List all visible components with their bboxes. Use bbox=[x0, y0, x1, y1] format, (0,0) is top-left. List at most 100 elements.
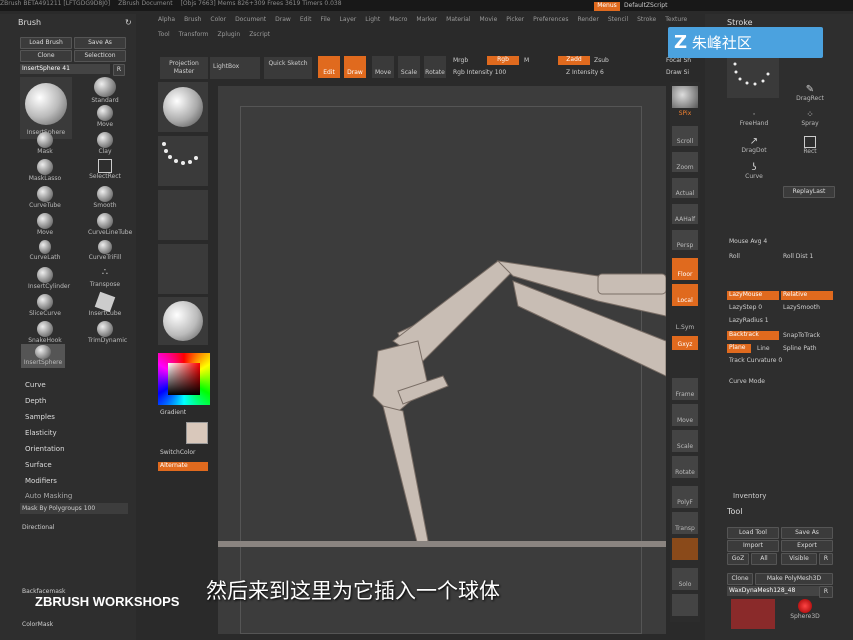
brush-insertcylinder[interactable]: InsertCylinder bbox=[28, 267, 70, 290]
inventory-section[interactable]: Inventory bbox=[733, 492, 766, 500]
gradient-toggle[interactable]: Gradient bbox=[160, 409, 186, 416]
menu-alpha[interactable]: Alpha bbox=[158, 16, 175, 23]
snap-to-track-toggle[interactable]: SnapToTrack bbox=[783, 332, 820, 339]
menu-preferences[interactable]: Preferences bbox=[533, 16, 568, 23]
curve-mode-toggle[interactable]: Curve Mode bbox=[729, 378, 765, 385]
goz-button[interactable]: GoZ bbox=[727, 553, 749, 565]
tool-save-as-button[interactable]: Save As bbox=[781, 527, 833, 539]
spline-path-button[interactable]: Spline Path bbox=[783, 345, 817, 352]
matcap-swatch[interactable] bbox=[158, 297, 208, 345]
quick-sketch-button[interactable]: Quick Sketch bbox=[264, 57, 312, 79]
rotate-view-button[interactable]: Rotate bbox=[672, 456, 698, 478]
stroke-dragdot[interactable]: ↗ DragDot bbox=[737, 136, 771, 154]
draw-size-slider[interactable]: Draw Si bbox=[666, 69, 689, 76]
section-surface[interactable]: Surface bbox=[25, 461, 52, 469]
stroke-freehand[interactable]: · FreeHand bbox=[737, 110, 771, 127]
roll-toggle[interactable]: Roll bbox=[729, 253, 740, 260]
menu-texture[interactable]: Texture bbox=[665, 16, 687, 23]
menu-stencil[interactable]: Stencil bbox=[608, 16, 628, 23]
focal-shift-slider[interactable]: Focal Sh bbox=[666, 57, 691, 64]
local-button[interactable]: Local bbox=[672, 284, 698, 306]
menu-file[interactable]: File bbox=[320, 16, 330, 23]
line-button[interactable]: Line bbox=[757, 345, 770, 352]
brush-curvelinetube[interactable]: CurveLineTube bbox=[88, 213, 132, 236]
menu-marker[interactable]: Marker bbox=[416, 16, 437, 23]
canvas-area[interactable] bbox=[218, 86, 666, 634]
texture-swatch[interactable] bbox=[158, 244, 208, 294]
current-brush-preview[interactable]: InsertSphere bbox=[20, 77, 72, 139]
menu-brush[interactable]: Brush bbox=[184, 16, 201, 23]
alternate-button[interactable]: Alternate bbox=[158, 462, 208, 471]
menus-button[interactable]: Menus bbox=[594, 2, 620, 11]
color-picker[interactable] bbox=[158, 353, 210, 405]
stroke-dragrect2[interactable]: ✎ DragRect bbox=[793, 84, 827, 102]
menu-render[interactable]: Render bbox=[577, 16, 598, 23]
projection-master-button[interactable]: Projection Master bbox=[160, 57, 208, 79]
scale-view-button[interactable]: Scale bbox=[672, 430, 698, 452]
menu-color[interactable]: Color bbox=[210, 16, 226, 23]
brush-clay[interactable]: Mask bbox=[28, 132, 62, 155]
select-icon-button[interactable]: SelectIcon bbox=[74, 50, 126, 62]
zoom-button[interactable]: Zoom bbox=[672, 152, 698, 172]
zsub-button[interactable]: Zsub bbox=[594, 57, 609, 64]
frame-button[interactable]: Frame bbox=[672, 378, 698, 400]
brush-trimdynamic2[interactable]: TrimDynamic bbox=[88, 321, 127, 344]
lightbox-button[interactable]: LightBox bbox=[210, 57, 260, 79]
actual-button[interactable]: Actual bbox=[672, 178, 698, 198]
load-tool-button[interactable]: Load Tool bbox=[727, 527, 779, 539]
material-swatch[interactable] bbox=[158, 82, 208, 132]
brush-flatten[interactable]: MaskLasso bbox=[28, 159, 62, 182]
zadd-button[interactable]: Zadd bbox=[558, 56, 590, 65]
persp-button[interactable]: Persp bbox=[672, 230, 698, 250]
stroke-curve[interactable]: ʖ Curve bbox=[737, 162, 771, 180]
clone-button[interactable]: Clone bbox=[20, 50, 72, 62]
menu-draw[interactable]: Draw bbox=[275, 16, 291, 23]
polyf-button[interactable]: PolyF bbox=[672, 486, 698, 508]
menu-transform[interactable]: Transform bbox=[179, 31, 209, 38]
mouse-avg-slider[interactable]: Mouse Avg 4 bbox=[729, 238, 785, 245]
colormask-toggle[interactable]: ColorMask bbox=[22, 621, 53, 628]
solo-button[interactable]: Solo bbox=[672, 568, 698, 590]
brush-move2[interactable]: Move bbox=[28, 213, 62, 236]
lazymouse-button[interactable]: LazyMouse bbox=[727, 291, 779, 300]
brush-trimdynamic[interactable]: ∴ Transpose bbox=[88, 267, 122, 288]
menu-stroke[interactable]: Stroke bbox=[637, 16, 656, 23]
current-tool-slider[interactable]: WaxDynaMesh128_48 bbox=[727, 586, 819, 596]
sphere3d-tool[interactable]: Sphere3D bbox=[785, 599, 825, 620]
z-intensity-slider[interactable]: Z Intensity 6 bbox=[566, 69, 604, 76]
ghost-button[interactable] bbox=[672, 538, 698, 560]
r-button[interactable]: R bbox=[113, 64, 125, 76]
rotate-button[interactable]: Rotate bbox=[424, 56, 446, 78]
tool-clone-button[interactable]: Clone bbox=[727, 573, 753, 585]
section-automasking[interactable]: Auto Masking bbox=[25, 492, 72, 500]
brush-standard[interactable]: Standard bbox=[88, 77, 122, 104]
section-modifiers[interactable]: Modifiers bbox=[25, 477, 57, 485]
transp-button[interactable]: Transp bbox=[672, 512, 698, 534]
alpha-swatch[interactable] bbox=[158, 190, 208, 240]
replay-last-button[interactable]: ReplayLast bbox=[783, 186, 835, 198]
menu-material[interactable]: Material bbox=[446, 16, 470, 23]
brush-slicecurve[interactable]: SliceCurve bbox=[28, 294, 62, 317]
secondary-color-swatch[interactable] bbox=[186, 422, 208, 444]
menu-layer[interactable]: Layer bbox=[340, 16, 357, 23]
xpose-button[interactable] bbox=[672, 594, 698, 616]
stroke-dots[interactable] bbox=[727, 54, 779, 98]
import-button[interactable]: Import bbox=[727, 540, 779, 552]
stroke-rect[interactable]: Rect bbox=[793, 136, 827, 155]
menu-tool[interactable]: Tool bbox=[158, 31, 170, 38]
refresh-icon[interactable]: ↻ bbox=[125, 18, 132, 27]
switch-color-button[interactable]: SwitchColor bbox=[160, 449, 196, 456]
tool-r-button[interactable]: R bbox=[819, 553, 833, 565]
lazystep-slider[interactable]: LazyStep 0 bbox=[729, 304, 762, 311]
menu-movie[interactable]: Movie bbox=[480, 16, 498, 23]
move-button[interactable]: Move bbox=[372, 56, 394, 78]
track-curvature-slider[interactable]: Track Curvature 0 bbox=[729, 357, 782, 364]
brush-claybuildup[interactable]: Clay bbox=[88, 132, 122, 155]
tool-r2-button[interactable]: R bbox=[819, 586, 833, 598]
draw-button[interactable]: Draw bbox=[344, 56, 366, 78]
brush-move[interactable]: Move bbox=[88, 105, 122, 128]
make-polymesh-button[interactable]: Make PolyMesh3D bbox=[755, 573, 833, 585]
floor-button[interactable]: Floor bbox=[672, 258, 698, 280]
section-curve[interactable]: Curve bbox=[25, 381, 46, 389]
spix-label[interactable]: SPix bbox=[670, 110, 700, 117]
